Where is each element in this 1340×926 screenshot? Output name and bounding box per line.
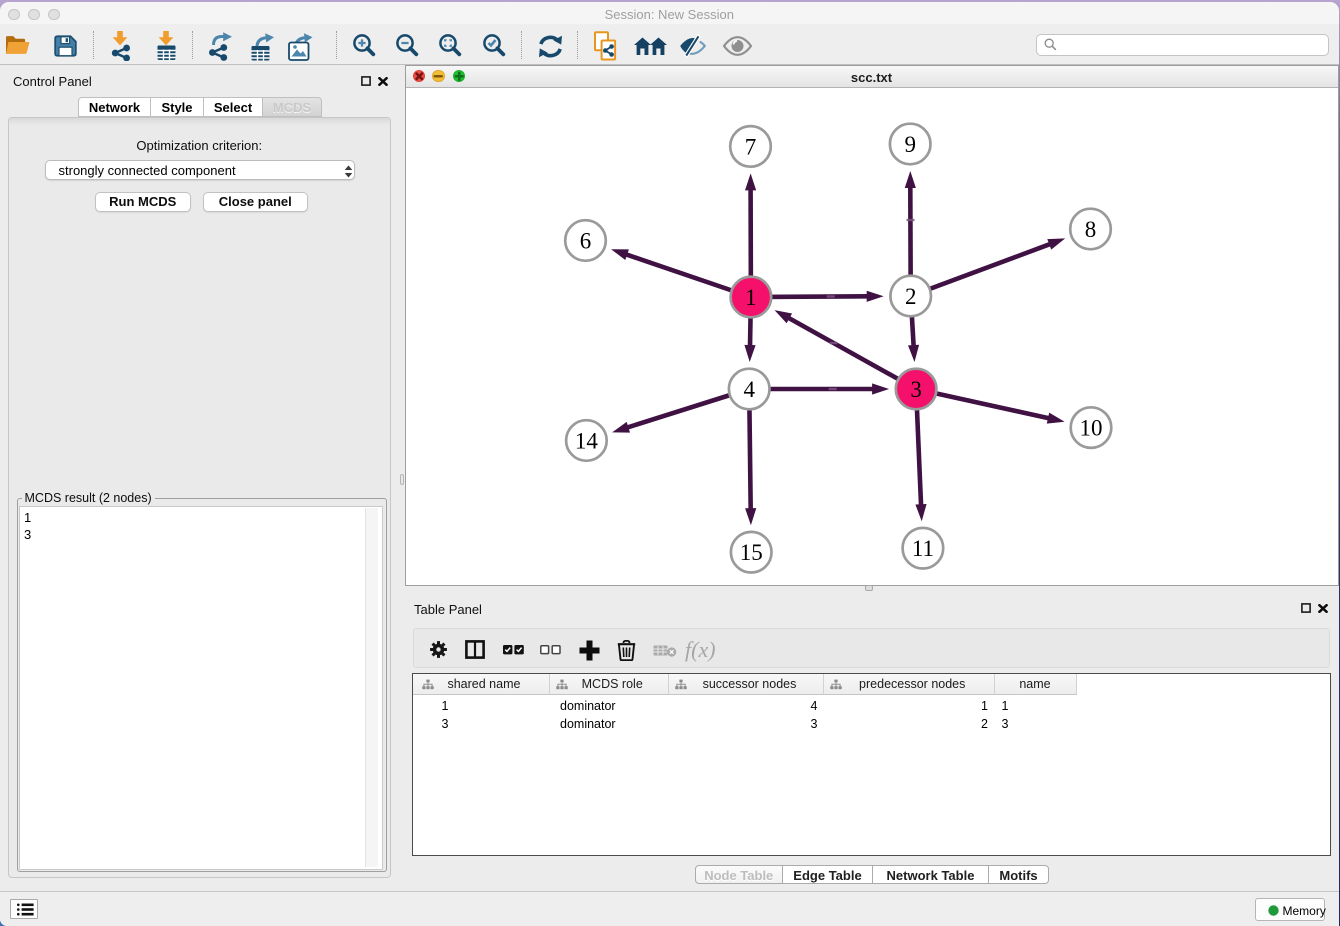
svg-text:10: 10 (1079, 416, 1102, 441)
svg-text:9: 9 (904, 132, 916, 157)
svg-text:15: 15 (739, 540, 762, 565)
svg-text:6: 6 (579, 229, 591, 254)
svg-text:8: 8 (1084, 217, 1096, 242)
svg-text:14: 14 (574, 429, 598, 454)
svg-text:7: 7 (744, 134, 756, 159)
svg-text:1: 1 (745, 285, 757, 310)
svg-text:3: 3 (910, 377, 922, 402)
svg-text:4: 4 (743, 377, 755, 402)
svg-text:2: 2 (904, 284, 916, 309)
svg-text:11: 11 (911, 536, 933, 561)
